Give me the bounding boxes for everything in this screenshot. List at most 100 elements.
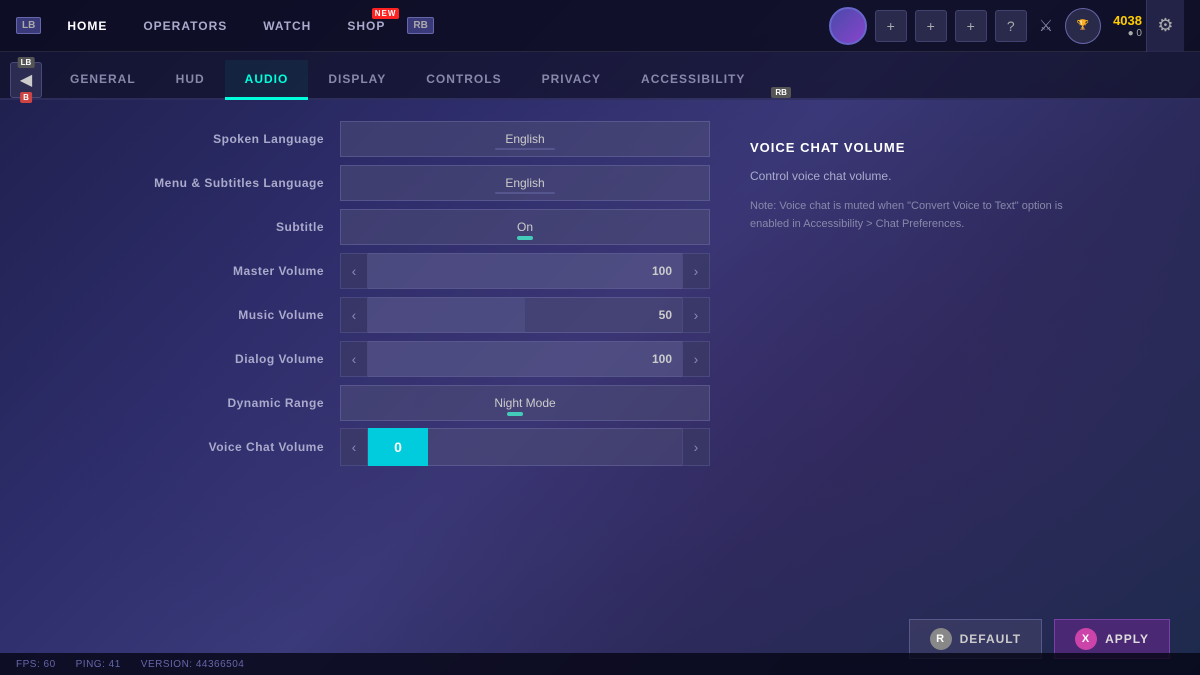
nav-shop[interactable]: SHOP NEW — [329, 0, 403, 51]
dialog-volume-value: 100 — [652, 352, 672, 366]
voice-chat-increase[interactable]: › — [682, 428, 710, 466]
player-score: 4038 ● 0 — [1113, 13, 1142, 39]
voice-chat-label: Voice Chat Volume — [30, 440, 340, 454]
party-btn[interactable]: + — [955, 10, 987, 42]
dynamic-range-control[interactable]: Night Mode — [340, 385, 710, 421]
ping-counter: PING: 41 — [76, 659, 121, 670]
dialog-volume-increase[interactable]: › — [682, 341, 710, 377]
dialog-volume-track: 100 — [368, 341, 682, 377]
add-player-btn[interactable]: + — [875, 10, 907, 42]
dynamic-range-row: Dynamic Range Night Mode — [30, 384, 710, 422]
friends-btn[interactable]: + — [915, 10, 947, 42]
nav-home[interactable]: HOME — [49, 0, 125, 51]
settings-tabs-bar: LB ◀ B GENERAL HUD AUDIO DISPLAY CONTROL… — [0, 52, 1200, 100]
music-volume-control: ‹ 50 › — [340, 297, 710, 333]
info-panel: VOICE CHAT VOLUME Control voice chat vol… — [730, 120, 1110, 599]
tab-display[interactable]: DISPLAY — [308, 60, 406, 100]
back-arrow-icon: ◀ — [20, 70, 32, 90]
settings-area: LB ◀ B GENERAL HUD AUDIO DISPLAY CONTROL… — [0, 52, 1200, 675]
subtitle-value: On — [517, 220, 533, 234]
dialog-volume-slider: ‹ 100 › — [340, 341, 710, 377]
voice-chat-row: Voice Chat Volume ‹ 0 › — [30, 428, 710, 466]
default-btn-label: DEFAULT — [960, 632, 1021, 646]
menu-language-row: Menu & Subtitles Language English — [30, 164, 710, 202]
night-mode-thumb — [507, 412, 523, 416]
version-info: VERSION: 44366504 — [141, 659, 245, 670]
dialog-volume-fill — [368, 342, 682, 376]
tab-hud[interactable]: HUD — [156, 60, 225, 100]
voice-chat-value: 0 — [394, 439, 402, 455]
music-volume-fill — [368, 298, 525, 332]
master-volume-decrease[interactable]: ‹ — [340, 253, 368, 289]
tab-general[interactable]: GENERAL — [50, 60, 156, 100]
dialog-volume-control: ‹ 100 › — [340, 341, 710, 377]
menu-language-dropdown[interactable]: English — [340, 165, 710, 201]
dialog-volume-label: Dialog Volume — [30, 352, 340, 366]
shop-new-badge: NEW — [372, 8, 400, 19]
spoken-language-row: Spoken Language English — [30, 120, 710, 158]
voice-chat-control: ‹ 0 › — [340, 428, 710, 466]
score-value: 4038 — [1113, 13, 1142, 28]
music-volume-value: 50 — [659, 308, 672, 322]
voice-chat-track — [428, 428, 682, 466]
weapon-icon: ⚔ — [1039, 16, 1053, 36]
tab-accessibility[interactable]: ACCESSIBILITY — [621, 60, 765, 100]
music-volume-slider: ‹ 50 › — [340, 297, 710, 333]
b-tab-badge: B — [20, 92, 32, 103]
subtitle-row: Subtitle On — [30, 208, 710, 246]
master-volume-label: Master Volume — [30, 264, 340, 278]
settings-gear-btn[interactable]: ⚙ — [1146, 0, 1184, 52]
dialog-volume-decrease[interactable]: ‹ — [340, 341, 368, 377]
music-volume-label: Music Volume — [30, 308, 340, 322]
menu-language-label: Menu & Subtitles Language — [30, 176, 340, 190]
master-volume-value: 100 — [652, 264, 672, 278]
music-volume-track: 50 — [368, 297, 682, 333]
voice-chat-decrease[interactable]: ‹ — [340, 428, 368, 466]
subtitle-toggle[interactable]: On — [340, 209, 710, 245]
subtitle-control[interactable]: On — [340, 209, 710, 245]
master-volume-row: Master Volume ‹ 100 › — [30, 252, 710, 290]
apply-btn-label: APPLY — [1105, 632, 1149, 646]
info-note: Note: Voice chat is muted when "Convert … — [750, 198, 1090, 233]
master-volume-slider: ‹ 100 › — [340, 253, 710, 289]
info-description: Control voice chat volume. — [750, 167, 1090, 186]
menu-language-control[interactable]: English — [340, 165, 710, 201]
tab-controls[interactable]: CONTROLS — [406, 60, 521, 100]
dynamic-range-label: Dynamic Range — [30, 396, 340, 410]
rank-icon: 🏆 — [1065, 8, 1101, 44]
back-button[interactable]: LB ◀ B — [10, 62, 42, 98]
music-volume-row: Music Volume ‹ 50 › — [30, 296, 710, 334]
master-volume-increase[interactable]: › — [682, 253, 710, 289]
toggle-thumb — [517, 236, 533, 240]
music-volume-increase[interactable]: › — [682, 297, 710, 333]
dynamic-range-value: Night Mode — [494, 396, 555, 410]
settings-panel: Spoken Language English Menu & Subtitles… — [30, 120, 710, 599]
rb-badge[interactable]: RB — [407, 17, 433, 34]
player-avatar[interactable] — [829, 7, 867, 45]
tab-audio[interactable]: AUDIO — [225, 60, 309, 100]
main-content: Spoken Language English Menu & Subtitles… — [0, 100, 1200, 609]
rb-tab-badge: RB — [771, 87, 791, 98]
nav-icons-group: + + + ? ⚔ 🏆 4038 ● 0 — [829, 7, 1146, 45]
info-btn[interactable]: ? — [995, 10, 1027, 42]
spoken-language-dropdown[interactable]: English — [340, 121, 710, 157]
nav-operators[interactable]: OPERATORS — [125, 0, 245, 51]
master-volume-fill — [368, 254, 682, 288]
info-title: VOICE CHAT VOLUME — [750, 140, 1090, 155]
default-btn-badge: R — [930, 628, 952, 650]
subtitle-label: Subtitle — [30, 220, 340, 234]
spoken-language-control[interactable]: English — [340, 121, 710, 157]
voice-chat-value-box: 0 — [368, 428, 428, 466]
voice-chat-slider: ‹ 0 › — [340, 428, 710, 466]
spoken-language-value: English — [505, 132, 544, 146]
tab-privacy[interactable]: PRIVACY — [522, 60, 621, 100]
status-bar: FPS: 60 PING: 41 VERSION: 44366504 — [0, 653, 1200, 675]
master-volume-control: ‹ 100 › — [340, 253, 710, 289]
lb-badge[interactable]: LB — [16, 17, 41, 34]
dynamic-range-dropdown[interactable]: Night Mode — [340, 385, 710, 421]
lb-tab-badge: LB — [18, 57, 35, 68]
music-volume-decrease[interactable]: ‹ — [340, 297, 368, 333]
nav-watch[interactable]: WATCH — [245, 0, 329, 51]
master-volume-track: 100 — [368, 253, 682, 289]
spoken-language-label: Spoken Language — [30, 132, 340, 146]
